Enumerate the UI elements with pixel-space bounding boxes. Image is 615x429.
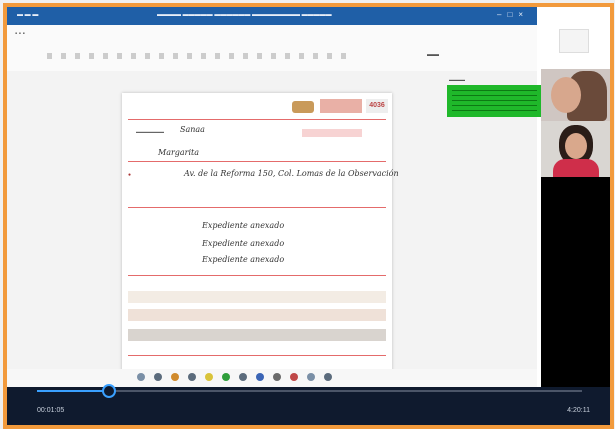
pdf-tool-icon[interactable] (290, 373, 298, 381)
handwritten-row-1: Expediente anexado (202, 221, 285, 230)
pdf-tool-icon[interactable] (256, 373, 264, 381)
field-label: ▬▬▬▬▬▬▬ (136, 129, 164, 134)
section-divider (128, 275, 386, 276)
toolbar-menu[interactable]: ▪ ▪ ▪ (15, 31, 25, 37)
participant-video-3[interactable] (541, 121, 610, 177)
pdf-tool-icon[interactable] (188, 373, 196, 381)
pdf-tool-icon[interactable] (273, 373, 281, 381)
seek-bar-progress (37, 390, 108, 392)
table-band (128, 329, 386, 341)
table-band (128, 291, 386, 303)
pdf-tool-icon[interactable] (171, 373, 179, 381)
pdf-tool-icon[interactable] (154, 373, 162, 381)
pdf-bottom-toolbar (7, 369, 537, 387)
pdf-tool-icon[interactable] (205, 373, 213, 381)
form-code: 4036 (366, 99, 388, 113)
window-title: ▬▬▬▬ ▬▬▬▬▬ ▬▬▬▬▬▬ ▬▬▬▬▬▬▬▬ ▬▬▬▬▬ (157, 12, 332, 18)
remaining-time: 4:20:11 (567, 407, 590, 414)
handwritten-row-3: Expediente anexado (202, 255, 285, 264)
title-bar-left: ▬ ▬ ▬ (17, 12, 39, 18)
elapsed-time: 00:01:05 (37, 407, 65, 414)
handwritten-field-1: Sanaa (180, 125, 205, 134)
participants-empty-area (541, 177, 610, 387)
section-divider (128, 161, 386, 162)
pdf-tool-icon[interactable] (239, 373, 247, 381)
pdf-tool-icon[interactable] (222, 373, 230, 381)
pdf-tool-icon[interactable] (307, 373, 315, 381)
handwritten-address: Av. de la Reforma 150, Col. Lomas de la … (184, 169, 399, 178)
section-divider (128, 355, 386, 356)
chat-caption: ▬▬▬▬ (449, 77, 465, 82)
chat-message-highlight (447, 85, 542, 117)
pdf-toolbar: ▪ ▪ ▪ ▬▬ (7, 25, 537, 72)
window-controls[interactable]: –□× (497, 10, 529, 19)
video-frame: ▬ ▬ ▬ ▬▬▬▬ ▬▬▬▬▬ ▬▬▬▬▬▬ ▬▬▬▬▬▬▬▬ ▬▬▬▬▬ –… (3, 3, 614, 429)
document-page: 4036 ▬▬▬▬▬▬▬ Sanaa Margarita ● Av. de la… (122, 93, 399, 393)
pdf-tool-icon[interactable] (324, 373, 332, 381)
participant-video-1[interactable] (541, 13, 610, 69)
seek-bar[interactable] (37, 390, 582, 392)
seek-handle[interactable] (102, 384, 116, 398)
video-placeholder-icon (559, 29, 589, 53)
participant-video-2[interactable] (541, 69, 610, 121)
pdf-tool-icon[interactable] (137, 373, 145, 381)
toolbar-buttons[interactable] (47, 53, 347, 59)
section-divider (128, 207, 386, 208)
section-number: ● (128, 172, 132, 178)
handwritten-field-2: Margarita (158, 148, 200, 157)
document-area: 4036 ▬▬▬▬▬▬▬ Sanaa Margarita ● Av. de la… (7, 71, 537, 393)
section-divider (128, 119, 386, 120)
zoom-indicator[interactable]: ▬▬ (427, 52, 439, 58)
app-title-bar: ▬ ▬ ▬ ▬▬▬▬ ▬▬▬▬▬ ▬▬▬▬▬▬ ▬▬▬▬▬▬▬▬ ▬▬▬▬▬ –… (7, 7, 537, 25)
video-player-controls: 00:01:05 4:20:11 (7, 384, 610, 425)
pink-field (302, 129, 362, 137)
table-band (128, 309, 386, 321)
header-badge (320, 99, 362, 113)
handwritten-row-2: Expediente anexado (202, 239, 285, 248)
institution-logo (292, 101, 314, 113)
